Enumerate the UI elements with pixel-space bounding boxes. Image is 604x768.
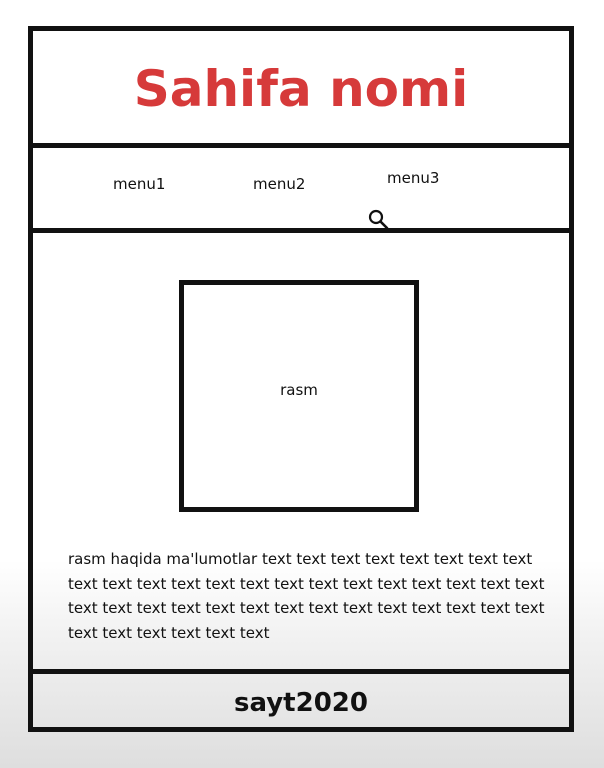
nav-item-menu3[interactable]: menu3 [387,169,439,187]
nav-item-menu1[interactable]: menu1 [113,175,165,193]
page-header: Sahifa nomi [33,31,569,148]
navigation-bar: menu1 menu2 menu3 [29,148,573,233]
footer-text: sayt2020 [234,687,368,718]
image-placeholder-label: rasm [280,381,318,399]
main-content: rasm rasm haqida ma'lumotlar text text t… [33,233,569,677]
page-wireframe: Sahifa nomi menu1 menu2 menu3 rasm rasm … [28,26,574,732]
magnifier-cursor-icon [368,209,389,230]
image-description: rasm haqida ma'lumotlar text text text t… [68,550,545,642]
image-placeholder: rasm [179,280,419,512]
page-title: Sahifa nomi [133,60,469,118]
nav-item-menu2[interactable]: menu2 [253,175,305,193]
page-footer: sayt2020 [29,669,573,727]
